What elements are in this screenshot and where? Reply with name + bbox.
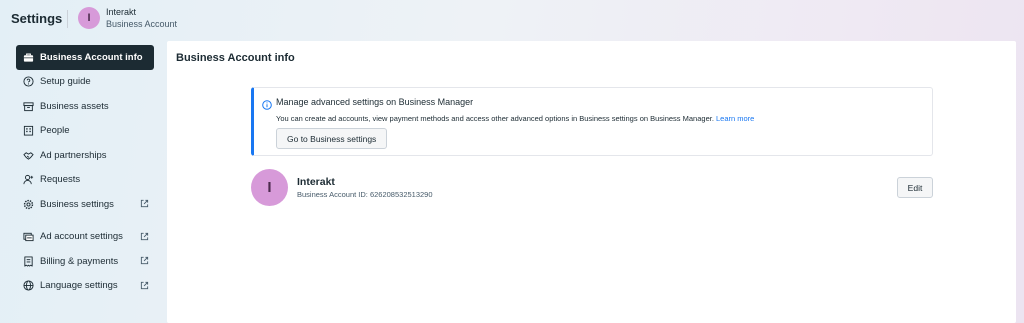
- business-account-id: Business Account ID: 626208532513290: [297, 190, 433, 199]
- sidebar-item-billing-payments[interactable]: Billing & payments: [16, 249, 154, 274]
- briefcase-icon: [23, 52, 34, 63]
- globe-icon: [23, 280, 34, 291]
- sidebar-item-ad-partnerships[interactable]: Ad partnerships: [16, 143, 154, 168]
- sidebar-item-label: People: [40, 125, 70, 137]
- sidebar-item-label: Business assets: [40, 100, 109, 112]
- sidebar-item-label: Ad partnerships: [40, 149, 107, 161]
- external-link-icon: [140, 281, 149, 290]
- sidebar-item-label: Requests: [40, 174, 81, 186]
- account-row: I Interakt Business Account ID: 62620853…: [251, 169, 933, 209]
- sidebar-item-people[interactable]: People: [16, 119, 154, 144]
- handshake-icon: [23, 150, 34, 161]
- info-banner-description: You can create ad accounts, view payment…: [276, 114, 754, 123]
- top-bar: Settings I Interakt Business Account: [0, 0, 1024, 38]
- sidebar-item-business-assets[interactable]: Business assets: [16, 94, 154, 119]
- learn-more-link[interactable]: Learn more: [716, 114, 754, 123]
- sidebar-item-label: Language settings: [40, 280, 118, 292]
- section-title: Business Account info: [176, 52, 295, 64]
- sidebar-item-ad-account-settings[interactable]: Ad account settings: [16, 225, 154, 250]
- sidebar-item-label: Ad account settings: [40, 231, 123, 243]
- building-icon: [23, 125, 34, 136]
- sidebar-item-requests[interactable]: Requests: [16, 168, 154, 193]
- archive-box-icon: [23, 101, 34, 112]
- external-link-icon: [140, 232, 149, 241]
- account-name[interactable]: Interakt: [106, 7, 136, 17]
- question-circle-icon: [23, 76, 34, 87]
- account-type: Business Account: [106, 19, 178, 29]
- info-icon: [262, 97, 272, 110]
- main-panel: Business Account info Manage advanced se…: [167, 41, 1016, 323]
- gear-icon: [23, 199, 34, 210]
- business-avatar: I: [251, 169, 288, 206]
- sidebar-item-setup-guide[interactable]: Setup guide: [16, 70, 154, 95]
- page-title: Settings: [11, 11, 63, 26]
- sidebar-item-label: Billing & payments: [40, 255, 119, 267]
- sidebar-nav: Business Account info Setup guide Busine…: [16, 45, 154, 298]
- info-banner-text: You can create ad accounts, view payment…: [276, 114, 714, 123]
- sidebar-item-label: Business Account info: [40, 51, 143, 63]
- sidebar-item-business-account-info[interactable]: Business Account info: [16, 45, 154, 70]
- sidebar-item-business-settings[interactable]: Business settings: [16, 192, 154, 217]
- account-avatar[interactable]: I: [78, 7, 100, 29]
- sidebar-item-label: Business settings: [40, 198, 114, 210]
- ad-account-icon: [23, 231, 34, 242]
- external-link-icon: [140, 256, 149, 265]
- business-name: Interakt: [297, 176, 335, 188]
- info-banner: Manage advanced settings on Business Man…: [251, 87, 933, 156]
- info-banner-title: Manage advanced settings on Business Man…: [276, 97, 474, 107]
- person-add-icon: [23, 174, 34, 185]
- external-link-icon: [140, 199, 149, 208]
- sidebar-item-language-settings[interactable]: Language settings: [16, 274, 154, 299]
- edit-button[interactable]: Edit: [897, 177, 933, 198]
- go-to-business-settings-button[interactable]: Go to Business settings: [276, 128, 388, 149]
- sidebar-item-label: Setup guide: [40, 76, 91, 88]
- header-divider: [67, 10, 68, 28]
- receipt-icon: [23, 256, 34, 267]
